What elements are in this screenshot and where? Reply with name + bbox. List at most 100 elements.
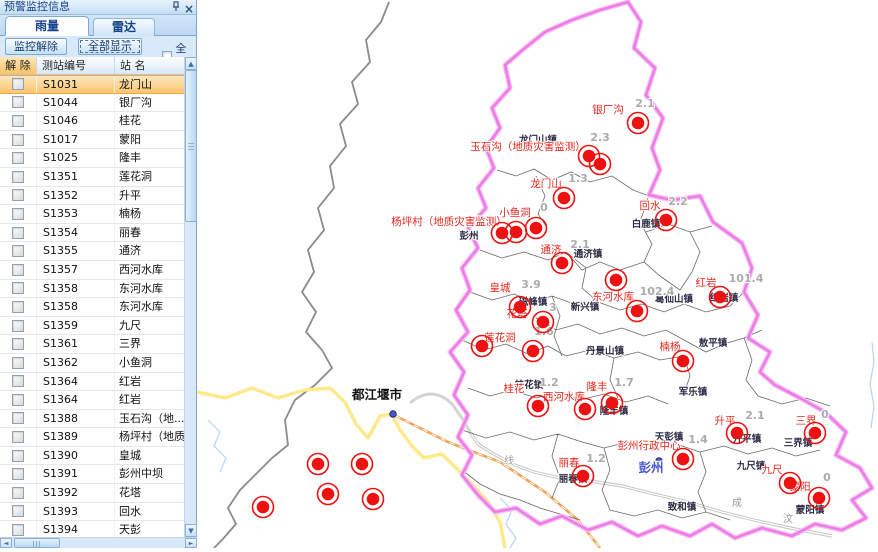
station-marker[interactable] [253, 497, 274, 518]
release-checkbox[interactable] [12, 301, 24, 313]
monitor-release-button[interactable]: 监控解除 [5, 38, 67, 55]
scroll-down-icon[interactable]: ▼ [185, 524, 197, 537]
release-checkbox[interactable] [12, 524, 24, 536]
table-row[interactable]: S1390皇城 [0, 447, 185, 466]
station-marker[interactable] [628, 113, 649, 134]
station-marker[interactable] [526, 218, 547, 239]
table-row[interactable]: S1353楠杨 [0, 205, 185, 224]
river-line [208, 342, 874, 548]
station-label: 九尺 [762, 464, 783, 476]
table-row[interactable]: S1031龙门山 [0, 75, 185, 94]
station-id-cell: S1031 [37, 76, 115, 93]
table-row[interactable]: S1357西河水库 [0, 261, 185, 280]
vertical-scrollbar[interactable]: ▲ ▼ [184, 57, 196, 537]
town-label: 丹景山镇 [586, 345, 625, 357]
table-row[interactable]: S1359九尺 [0, 317, 185, 336]
header-release[interactable]: 解 除 [0, 57, 37, 74]
release-checkbox[interactable] [12, 171, 24, 183]
release-checkbox[interactable] [12, 227, 24, 239]
release-checkbox[interactable] [12, 264, 24, 276]
release-checkbox[interactable] [12, 487, 24, 499]
release-checkbox[interactable] [12, 394, 24, 406]
station-name-cell: 回水 [115, 503, 185, 521]
city-label: 彭州 [638, 460, 663, 475]
header-station-name[interactable]: 站 名 [115, 57, 185, 74]
station-id-cell: S1046 [37, 112, 115, 130]
release-checkbox[interactable] [12, 189, 24, 201]
table-row[interactable]: S1351莲花洞 [0, 168, 185, 187]
table-row[interactable]: S1354丽春 [0, 224, 185, 243]
release-checkbox[interactable] [12, 245, 24, 257]
release-checkbox[interactable] [12, 431, 24, 443]
station-name-cell: 龙门山 [115, 76, 185, 93]
release-checkbox[interactable] [12, 505, 24, 517]
table-row[interactable]: S1364红岩 [0, 373, 185, 392]
station-marker[interactable] [363, 489, 384, 510]
release-checkbox[interactable] [12, 208, 24, 220]
station-marker[interactable] [627, 301, 648, 322]
station-name-cell: 红岩 [115, 373, 185, 391]
station-marker[interactable] [506, 222, 527, 243]
release-checkbox[interactable] [12, 412, 24, 424]
station-label: 杨坪村（地质灾害监测） [391, 215, 507, 228]
release-checkbox[interactable] [12, 320, 24, 332]
station-marker[interactable] [673, 351, 694, 372]
table-row[interactable]: S1046桂花 [0, 112, 185, 131]
tab-rainfall[interactable]: 雨量 [5, 16, 89, 36]
table-row[interactable]: S1364红岩 [0, 391, 185, 410]
release-checkbox[interactable] [12, 152, 24, 164]
station-marker[interactable] [528, 396, 549, 417]
scroll-left-icon[interactable]: ◄ [0, 538, 12, 548]
release-checkbox[interactable] [12, 338, 24, 350]
release-checkbox[interactable] [12, 96, 24, 108]
release-checkbox[interactable] [12, 450, 24, 462]
station-marker[interactable] [352, 454, 373, 475]
release-checkbox[interactable] [12, 357, 24, 369]
horizontal-scrollbar-thumb[interactable] [14, 538, 60, 548]
map-canvas[interactable]: 线成汶 龙门山镇白鹿镇彭州通济镇磁峰镇新兴镇葛仙山镇红岩镇丹景山镇敖平镇军乐镇桂… [197, 0, 878, 548]
table-row[interactable]: S1361三界 [0, 335, 185, 354]
station-marker[interactable] [308, 454, 329, 475]
release-checkbox[interactable] [12, 78, 24, 90]
release-checkbox[interactable] [12, 468, 24, 480]
station-id-cell: S1362 [37, 354, 115, 372]
tab-radar[interactable]: 雷达 [93, 18, 155, 36]
table-row[interactable]: S1392花塔 [0, 484, 185, 503]
horizontal-scrollbar[interactable]: ◄ ► [0, 537, 197, 548]
release-checkbox[interactable] [12, 134, 24, 146]
station-marker[interactable] [554, 188, 575, 209]
show-all-button[interactable]: 全部显示 [78, 38, 142, 55]
station-marker[interactable] [552, 253, 573, 274]
pin-icon[interactable] [171, 1, 181, 16]
table-row[interactable]: S1355通济 [0, 242, 185, 261]
warning-monitor-panel: 预警监控信息 × 雨量 雷达 监控解除 全部显示 全选 解 除 测站编号 站 名… [0, 0, 197, 548]
station-name-cell: 通济 [115, 242, 185, 260]
station-value: 1.2 [586, 452, 606, 465]
close-icon[interactable]: × [184, 3, 194, 15]
scroll-right-icon[interactable]: ► [185, 538, 197, 548]
release-checkbox[interactable] [12, 282, 24, 294]
release-checkbox[interactable] [12, 375, 24, 387]
station-value: 3 [549, 301, 557, 314]
station-marker[interactable] [673, 449, 694, 470]
table-row[interactable]: S1389杨坪村（地质... [0, 428, 185, 447]
table-row[interactable]: S1391彭州中坝 [0, 465, 185, 484]
station-marker[interactable] [523, 341, 544, 362]
release-checkbox[interactable] [12, 115, 24, 127]
table-row[interactable]: S1394天彭 [0, 521, 185, 537]
vertical-scrollbar-thumb[interactable] [185, 70, 197, 222]
station-marker[interactable] [318, 484, 339, 505]
station-marker[interactable] [575, 399, 596, 420]
table-row[interactable]: S1358东河水库 [0, 298, 185, 317]
station-marker[interactable] [606, 270, 627, 291]
table-row[interactable]: S1393回水 [0, 503, 185, 522]
header-station-id[interactable]: 测站编号 [37, 57, 115, 74]
table-row[interactable]: S1388玉石沟（地... [0, 410, 185, 429]
table-row[interactable]: S1352升平 [0, 187, 185, 206]
scroll-up-icon[interactable]: ▲ [185, 57, 197, 70]
table-row[interactable]: S1362小鱼洞 [0, 354, 185, 373]
table-row[interactable]: S1025隆丰 [0, 149, 185, 168]
table-row[interactable]: S1017蒙阳 [0, 131, 185, 150]
table-row[interactable]: S1358东河水库 [0, 280, 185, 299]
table-row[interactable]: S1044银厂沟 [0, 94, 185, 113]
